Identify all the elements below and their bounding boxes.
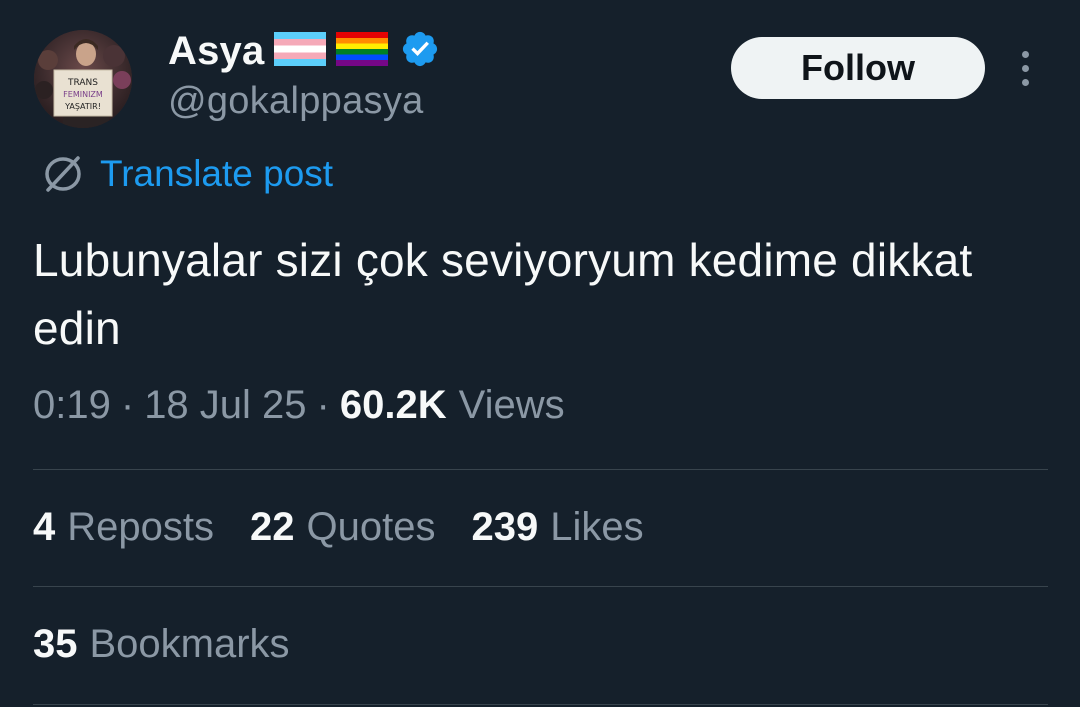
avatar-photo: TRANS FEMINIZM YAŞATIR! xyxy=(34,30,132,128)
engagement-stats: 4 Reposts 22 Quotes 239 Likes xyxy=(33,505,680,550)
avatar-sign-line-1: TRANS xyxy=(67,78,98,88)
divider xyxy=(33,586,1048,587)
bookmarks-stat[interactable]: 35 Bookmarks xyxy=(33,622,290,667)
reposts-label: Reposts xyxy=(67,505,214,549)
divider xyxy=(33,469,1048,470)
display-name[interactable]: Asya xyxy=(168,29,264,74)
avatar-sign-line-2: FEMINIZM xyxy=(63,90,103,99)
trans-flag-emoji xyxy=(274,31,327,71)
post-time[interactable]: 0:19 xyxy=(33,383,111,428)
likes-stat[interactable]: 239 Likes xyxy=(471,505,643,550)
likes-label: Likes xyxy=(550,505,644,549)
tweet-text: Lubunyalar sizi çok seviyoryum kedime di… xyxy=(33,234,973,354)
avatar[interactable]: TRANS FEMINIZM YAŞATIR! xyxy=(34,30,132,128)
reposts-count: 4 xyxy=(33,505,56,549)
bookmarks-count: 35 xyxy=(33,622,78,666)
quotes-count: 22 xyxy=(250,505,295,549)
meta-separator: · xyxy=(316,383,330,427)
verified-badge-icon[interactable] xyxy=(400,29,440,74)
quotes-label: Quotes xyxy=(306,505,436,549)
translate-post-label: Translate post xyxy=(100,153,334,194)
author-name-row: Asya xyxy=(168,26,440,76)
tweet-meta: 0:19 · 18 Jul 25 · 60.2K Views xyxy=(33,383,565,428)
bookmarks-stat-row: 35 Bookmarks xyxy=(33,622,326,667)
translate-post-link[interactable]: Translate post xyxy=(40,150,333,198)
likes-count: 239 xyxy=(471,505,539,549)
divider xyxy=(33,704,1048,705)
meta-separator: · xyxy=(120,383,135,427)
more-options-icon[interactable] xyxy=(1010,48,1040,88)
translate-globe-icon xyxy=(45,156,81,192)
quotes-stat[interactable]: 22 Quotes xyxy=(250,505,435,550)
reposts-stat[interactable]: 4 Reposts xyxy=(33,505,214,550)
views-count: 60.2K xyxy=(339,383,447,427)
post-date[interactable]: 18 Jul 25 xyxy=(144,383,306,428)
follow-button[interactable]: Follow xyxy=(731,37,985,99)
bookmarks-label: Bookmarks xyxy=(89,622,290,666)
author-handle[interactable]: @gokalppasya xyxy=(168,80,424,123)
views-label: Views xyxy=(458,383,565,427)
tweet-detail: TRANS FEMINIZM YAŞATIR! Asya @gokalppasy… xyxy=(0,0,1080,707)
avatar-sign-line-3: YAŞATIR! xyxy=(64,102,101,111)
rainbow-flag-emoji xyxy=(336,31,389,71)
